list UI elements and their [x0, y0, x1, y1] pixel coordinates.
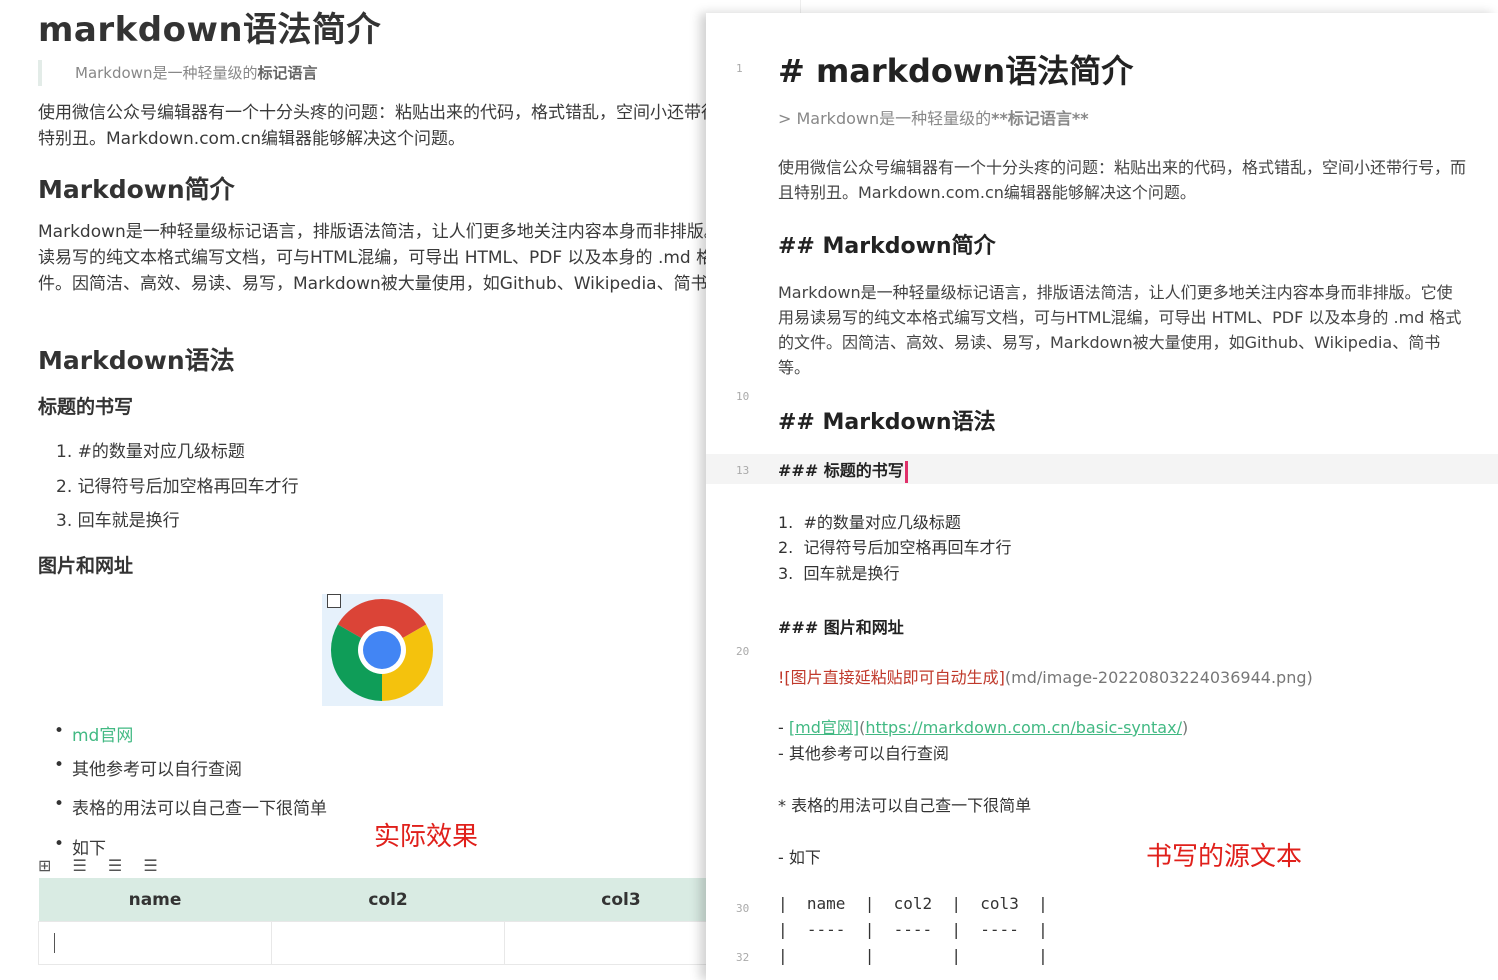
blockquote-bold: 标记语言	[257, 64, 318, 82]
line-number: 32	[736, 951, 750, 964]
actual-effect-label: 实际效果	[374, 822, 479, 852]
table-header: col3	[504, 878, 738, 922]
source-paragraph-1[interactable]: 使用微信公众号编辑器有一个十分头疼的问题：粘贴出来的代码，格式错乱，空间小还带行…	[778, 155, 1468, 205]
list-number: 1.	[56, 442, 78, 462]
list-item-text: 回车就是换行	[77, 511, 180, 531]
line-number: 20	[736, 645, 750, 658]
table-align-icons[interactable]: ⊞ ☰ ☰ ☰	[38, 856, 166, 875]
source-h2-syntax[interactable]: ## Markdown语法	[778, 404, 996, 436]
table-toolbar[interactable]: ⊞ ☰ ☰ ☰	[38, 856, 166, 875]
heading-image-url: 图片和网址	[38, 555, 134, 577]
source-h3-image[interactable]: ### 图片和网址	[778, 614, 904, 638]
table-cell[interactable]	[37, 921, 273, 965]
list-item: 表格的用法可以自己查一下很简单	[54, 794, 327, 819]
page-title: markdown语法简介	[38, 10, 382, 50]
source-h1[interactable]: # markdown语法简介	[778, 46, 1133, 92]
source-h3-heading[interactable]: ### 标题的书写	[778, 457, 908, 483]
table-header: name	[38, 878, 272, 922]
list-number: 2.	[56, 477, 78, 497]
line-number: 10	[736, 390, 750, 403]
line-number: 13	[736, 464, 750, 477]
table-cell[interactable]	[504, 921, 738, 965]
source-ol-item[interactable]: 3. 回车就是换行	[778, 560, 899, 584]
text-cursor	[54, 933, 55, 954]
list-dash: -	[778, 718, 789, 737]
source-list-item[interactable]: - 如下	[778, 844, 821, 868]
line-number: 30	[736, 902, 750, 915]
md-website-link[interactable]: md官网	[72, 726, 133, 746]
source-link-url[interactable]: https://markdown.com.cn/basic-syntax/	[865, 718, 1182, 737]
source-table-row[interactable]: | ---- | ---- | ---- |	[778, 920, 1048, 939]
source-image-path: (md/image-20220803224036944.png)	[1004, 668, 1313, 687]
source-ol-item[interactable]: 1. #的数量对应几级标题	[778, 509, 961, 533]
chrome-logo-image[interactable]	[322, 594, 443, 706]
blockquote-text: Markdown是一种轻量级的	[75, 64, 258, 82]
source-text-label: 书写的源文本	[1146, 842, 1303, 872]
heading-markdown-intro: Markdown简介	[38, 175, 235, 204]
heading-title-writing: 标题的书写	[38, 396, 134, 418]
source-quote[interactable]: > Markdown是一种轻量级的**标记语言**	[778, 105, 1089, 129]
paren-close: )	[1181, 718, 1189, 737]
source-editor[interactable]: 1 # markdown语法简介 > Markdown是一种轻量级的**标记语言…	[706, 13, 1498, 980]
list-item[interactable]: md官网	[54, 721, 133, 746]
heading-markdown-syntax: Markdown语法	[38, 346, 235, 375]
table-header: col2	[271, 878, 505, 922]
intro-paragraph: 使用微信公众号编辑器有一个十分头疼的问题：粘贴出来的代码，格式错乱，空间小还带行…	[38, 103, 786, 149]
source-list-item[interactable]: - 其他参考可以自行查阅	[778, 740, 949, 764]
text-cursor	[904, 460, 908, 483]
preview-pane: markdown语法简介 Markdown是一种轻量级的标记语言 使用微信公众号…	[0, 0, 801, 980]
list-item-text: 其他参考可以自行查阅	[72, 760, 242, 780]
source-image-alt: ![图片直接延粘贴即可自动生成]	[778, 668, 1005, 687]
source-paragraph-2[interactable]: Markdown是一种轻量级标记语言，排版语法简洁，让人们更多地关注内容本身而非…	[778, 280, 1468, 380]
list-item-text: #的数量对应几级标题	[77, 442, 245, 462]
table-row	[37, 921, 738, 965]
source-h2-intro[interactable]: ## Markdown简介	[778, 228, 996, 260]
source-ol-item[interactable]: 2. 记得符号后加空格再回车才行	[778, 534, 1011, 558]
source-list-item[interactable]: * 表格的用法可以自己查一下很简单	[778, 792, 1031, 816]
source-table-row[interactable]: | | | |	[778, 946, 1048, 965]
markdown-intro-paragraph: Markdown是一种轻量级标记语言，排版语法简洁，让人们更多地关注内容本身而非…	[38, 222, 789, 294]
list-number: 3.	[56, 511, 78, 531]
blockquote: Markdown是一种轻量级的标记语言	[38, 60, 317, 86]
chrome-icon	[330, 598, 434, 701]
source-table-row[interactable]: | name | col2 | col3 |	[778, 894, 1048, 913]
list-item: 1. #的数量对应几级标题	[56, 437, 245, 462]
list-item-text: 表格的用法可以自己查一下很简单	[72, 799, 327, 819]
table-cell[interactable]	[271, 921, 506, 965]
list-item: 其他参考可以自行查阅	[54, 755, 242, 780]
line-number: 1	[736, 62, 743, 75]
list-item: 2. 记得符号后加空格再回车才行	[56, 472, 299, 497]
source-link-text[interactable]: [md官网]	[789, 718, 859, 737]
source-link-line[interactable]: - [md官网](https://markdown.com.cn/basic-s…	[778, 714, 1188, 738]
list-item: 3. 回车就是换行	[56, 506, 180, 531]
source-quote-text: > Markdown是一种轻量级的	[778, 109, 992, 128]
list-item-text: 记得符号后加空格再回车才行	[77, 477, 299, 497]
source-image-markup[interactable]: ![图片直接延粘贴即可自动生成](md/image-20220803224036…	[778, 664, 1313, 688]
source-quote-bold: **标记语言**	[991, 109, 1089, 128]
source-h3-heading-text: ### 标题的书写	[778, 461, 904, 480]
preview-table: name col2 col3	[37, 878, 738, 965]
image-checkbox[interactable]	[327, 594, 341, 608]
